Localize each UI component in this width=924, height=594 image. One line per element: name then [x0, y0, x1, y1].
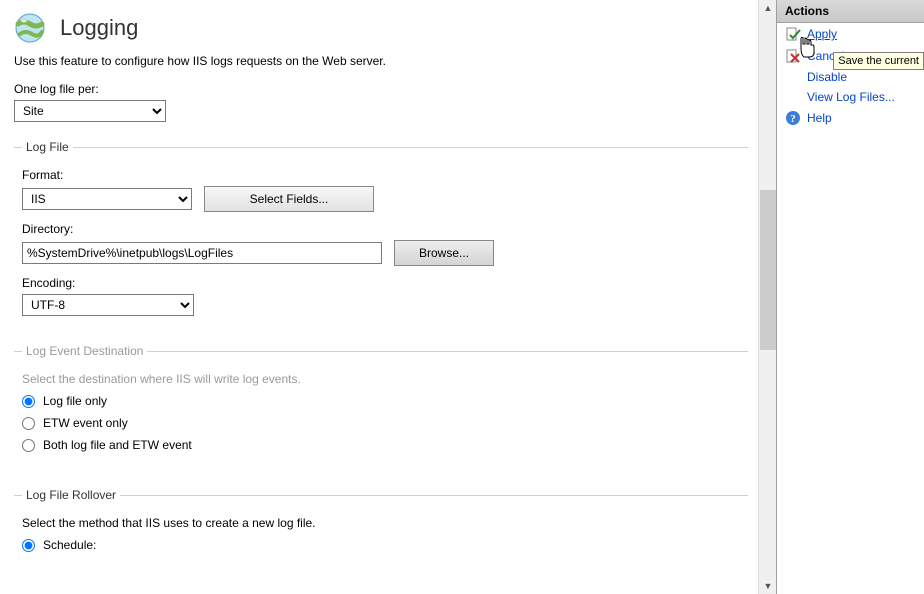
disable-action[interactable]: Disable: [777, 67, 924, 87]
log-file-group: Log File Format: IIS Select Fields... Di…: [14, 140, 748, 326]
view-log-files-action[interactable]: View Log Files...: [777, 87, 924, 107]
log-file-rollover-group: Log File Rollover Select the method that…: [14, 488, 748, 570]
one-log-file-per-select[interactable]: Site: [14, 100, 166, 122]
browse-button[interactable]: Browse...: [394, 240, 494, 266]
apply-icon: [785, 26, 801, 42]
dest-radio-both[interactable]: [22, 439, 35, 452]
dest-option-both[interactable]: Both log file and ETW event: [22, 438, 740, 452]
disable-label: Disable: [807, 70, 847, 84]
select-fields-button[interactable]: Select Fields...: [204, 186, 374, 212]
help-action[interactable]: ? Help: [777, 107, 924, 129]
encoding-label: Encoding:: [22, 276, 740, 290]
format-select[interactable]: IIS: [22, 188, 192, 210]
actions-panel: Actions Apply Cancel Disable View Log Fi…: [776, 0, 924, 594]
log-event-destination-group: Log Event Destination Select the destina…: [14, 344, 748, 470]
globe-icon: [14, 12, 46, 44]
help-icon: ?: [785, 110, 801, 126]
rollover-legend: Log File Rollover: [22, 488, 120, 502]
format-label: Format:: [22, 168, 740, 182]
dest-radio-etw[interactable]: [22, 417, 35, 430]
page-title-text: Logging: [60, 15, 138, 41]
directory-input[interactable]: [22, 242, 382, 264]
apply-tooltip: Save the current: [833, 52, 924, 70]
destination-legend: Log Event Destination: [22, 344, 147, 358]
apply-action[interactable]: Apply: [777, 23, 924, 45]
actions-header: Actions: [777, 0, 924, 23]
vertical-scrollbar[interactable]: ▲ ▼: [758, 0, 776, 594]
dest-option-etw[interactable]: ETW event only: [22, 416, 740, 430]
dest-option-logfile[interactable]: Log file only: [22, 394, 740, 408]
view-log-files-label: View Log Files...: [807, 90, 895, 104]
directory-label: Directory:: [22, 222, 740, 236]
help-label: Help: [807, 111, 832, 125]
destination-description: Select the destination where IIS will wr…: [22, 372, 740, 386]
log-file-legend: Log File: [22, 140, 73, 154]
cancel-icon: [785, 48, 801, 64]
rollover-radio-schedule[interactable]: [22, 539, 35, 552]
rollover-option-schedule[interactable]: Schedule:: [22, 538, 740, 552]
scroll-up-arrow[interactable]: ▲: [760, 0, 776, 16]
apply-label: Apply: [807, 27, 837, 41]
page-description: Use this feature to configure how IIS lo…: [14, 54, 748, 68]
one-log-file-per-label: One log file per:: [14, 82, 748, 96]
svg-text:?: ?: [790, 113, 796, 125]
encoding-select[interactable]: UTF-8: [22, 294, 194, 316]
rollover-description: Select the method that IIS uses to creat…: [22, 516, 740, 530]
scroll-thumb[interactable]: [760, 190, 776, 350]
main-content: Logging Use this feature to configure ho…: [0, 0, 758, 594]
scroll-down-arrow[interactable]: ▼: [760, 578, 776, 594]
page-title: Logging: [14, 12, 748, 44]
dest-radio-logfile[interactable]: [22, 395, 35, 408]
